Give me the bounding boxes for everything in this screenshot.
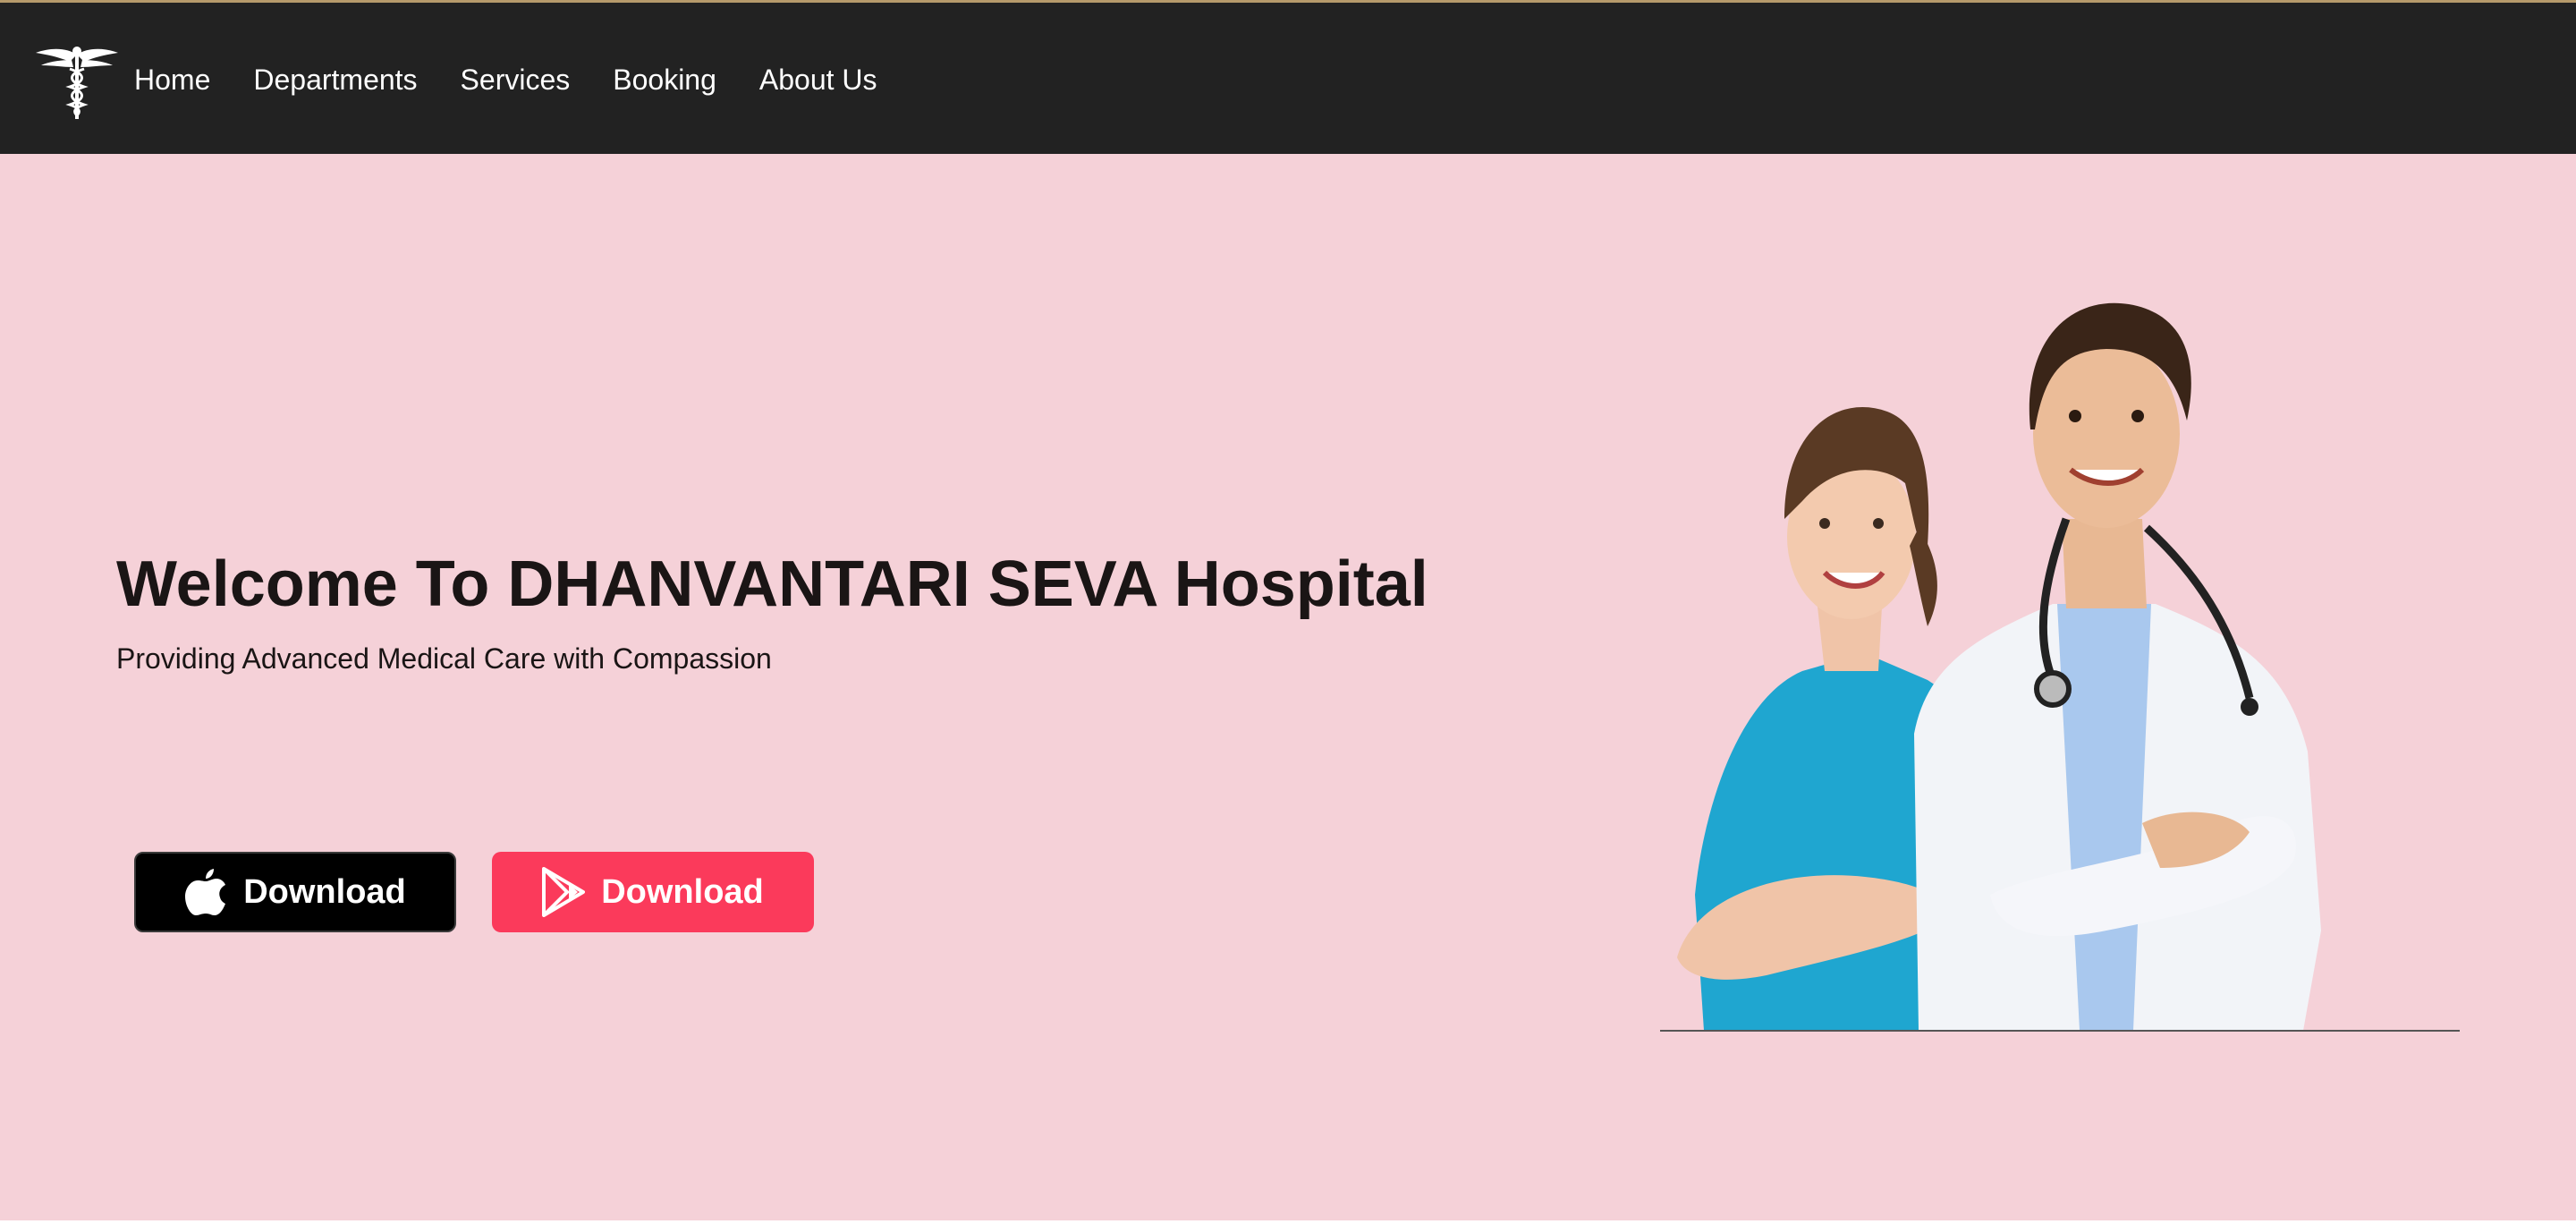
nav-services[interactable]: Services: [461, 65, 571, 94]
nav-departments[interactable]: Departments: [253, 65, 417, 94]
main-nav: Home Departments Services Booking About …: [134, 3, 920, 157]
nav-about-us[interactable]: About Us: [759, 65, 877, 94]
google-play-icon: [542, 867, 586, 917]
nav-booking[interactable]: Booking: [613, 65, 716, 94]
google-play-download-button[interactable]: Download: [492, 852, 814, 932]
app-store-download-button[interactable]: Download: [134, 852, 456, 932]
top-navbar: Home Departments Services Booking About …: [0, 0, 2576, 154]
hero-title: Welcome To DHANVANTARI SEVA Hospital: [116, 548, 1428, 620]
apple-icon: [185, 869, 226, 915]
google-play-download-label: Download: [601, 872, 764, 911]
app-store-download-label: Download: [243, 872, 406, 911]
caduceus-icon[interactable]: [34, 42, 120, 121]
doctor-and-nurse-photo: [1677, 302, 2321, 1031]
hero-subtitle: Providing Advanced Medical Care with Com…: [116, 642, 772, 675]
image-baseline-divider: [1660, 1030, 2460, 1032]
nav-home[interactable]: Home: [134, 65, 210, 94]
page-bottom-divider: [0, 1220, 2576, 1224]
